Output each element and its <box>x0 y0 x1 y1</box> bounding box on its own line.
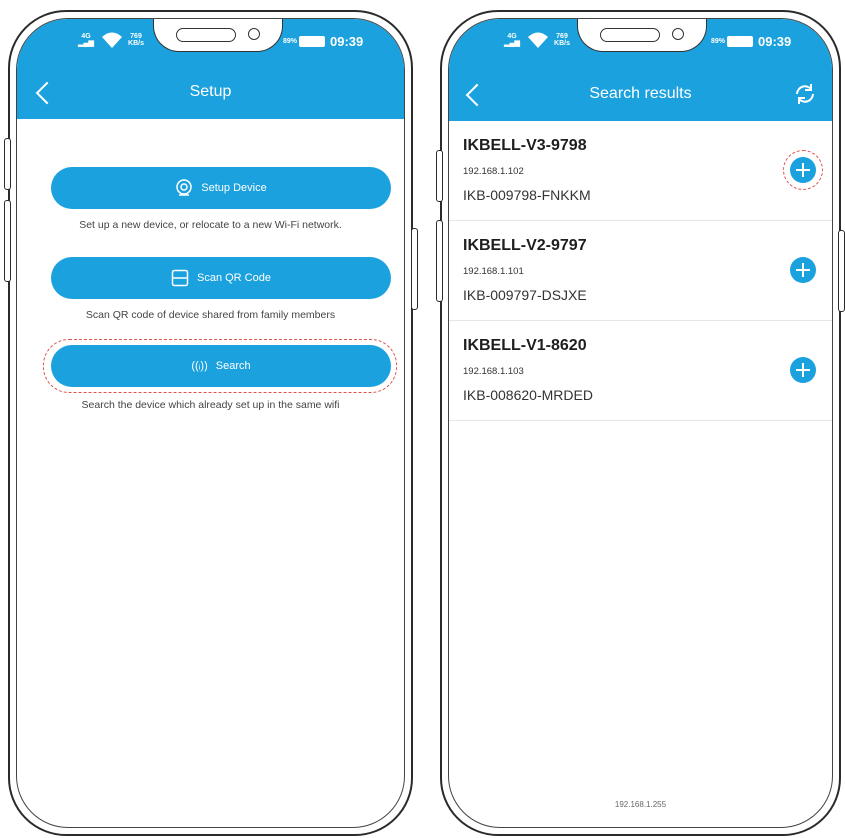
device-code: IKB-009798-FNKKM <box>463 187 591 203</box>
camera-icon <box>176 179 193 196</box>
battery-icon <box>299 36 325 47</box>
battery-percent: 89% <box>283 38 298 45</box>
left-phone-side-button <box>4 138 11 190</box>
scan-qr-button[interactable]: Scan QR Code <box>51 257 391 299</box>
search-button[interactable]: ((ᵢ)) Search <box>51 345 391 387</box>
left-phone-side-button <box>411 228 418 310</box>
device-ip: 192.168.1.102 <box>463 166 524 177</box>
footer-ip: 192.168.1.255 <box>614 800 667 809</box>
network-speed: 769 KB/s <box>554 33 570 47</box>
device-ip: 192.168.1.101 <box>463 266 524 277</box>
notch <box>153 19 283 52</box>
battery-icon <box>727 36 753 47</box>
right-phone-side-button <box>436 150 443 202</box>
cellular-signal-icon: 4G ▂▄▆ <box>504 33 520 47</box>
right-phone-side-button <box>838 230 845 312</box>
qr-scan-icon <box>171 269 189 287</box>
setup-device-caption: Set up a new device, or relocate to a ne… <box>79 219 342 231</box>
device-code: IKB-008620-MRDED <box>463 387 593 403</box>
battery-percent: 89% <box>711 38 726 45</box>
device-row[interactable]: IKBELL-V2-9797 192.168.1.101 IKB-009797-… <box>449 221 832 321</box>
right-phone-side-button <box>436 220 443 302</box>
network-speed: 769 KB/s <box>128 33 144 47</box>
device-name: IKBELL-V2-9797 <box>463 237 587 254</box>
wifi-icon <box>528 32 548 48</box>
refresh-icon[interactable] <box>792 81 818 107</box>
front-camera <box>672 28 684 40</box>
device-name: IKBELL-V1-8620 <box>463 337 587 354</box>
speaker <box>176 28 236 42</box>
nav-bar: Setup <box>17 67 404 119</box>
scan-qr-label: Scan QR Code <box>197 272 271 284</box>
device-ip: 192.168.1.103 <box>463 366 524 377</box>
device-row[interactable]: IKBELL-V3-9798 192.168.1.102 IKB-009798-… <box>449 121 832 221</box>
speaker <box>600 28 660 42</box>
status-time: 09:39 <box>758 34 792 49</box>
setup-device-label: Setup Device <box>201 182 267 194</box>
search-caption: Search the device which already set up i… <box>81 399 340 411</box>
left-phone-side-button <box>4 200 11 282</box>
device-name: IKBELL-V3-9798 <box>463 137 587 154</box>
left-phone-screen: Setup 4G ▂▄▆ 769 KB/s 89% 09:39 Setup Devi… <box>16 18 405 828</box>
status-time: 09:39 <box>330 34 364 49</box>
device-code: IKB-009797-DSJXE <box>463 287 587 303</box>
page-title: Search results <box>589 85 692 102</box>
left-phone-frame: Setup 4G ▂▄▆ 769 KB/s 89% 09:39 Setup Devi… <box>8 10 413 836</box>
add-device-icon[interactable] <box>790 257 816 283</box>
notch <box>577 19 707 52</box>
device-row[interactable]: IKBELL-V1-8620 192.168.1.103 IKB-008620-… <box>449 321 832 421</box>
cellular-signal-icon: 4G ▂▄▆ <box>78 33 94 47</box>
add-device-icon[interactable] <box>790 357 816 383</box>
scan-qr-caption: Scan QR code of device shared from famil… <box>85 309 336 321</box>
setup-device-button[interactable]: Setup Device <box>51 167 391 209</box>
page-title: Setup <box>189 83 232 100</box>
wireless-signal-icon: ((ᵢ)) <box>191 360 208 372</box>
right-phone-frame: Search results 4G▂▄▆ 769KB/s 89% 09:39 <box>440 10 841 836</box>
front-camera <box>248 28 260 40</box>
nav-bar: Search results <box>449 67 832 121</box>
search-label: Search <box>215 360 251 372</box>
wifi-icon <box>102 32 122 48</box>
right-phone-screen: Search results 4G▂▄▆ 769KB/s 89% 09:39 <box>448 18 833 828</box>
add-device-icon[interactable] <box>790 157 816 183</box>
